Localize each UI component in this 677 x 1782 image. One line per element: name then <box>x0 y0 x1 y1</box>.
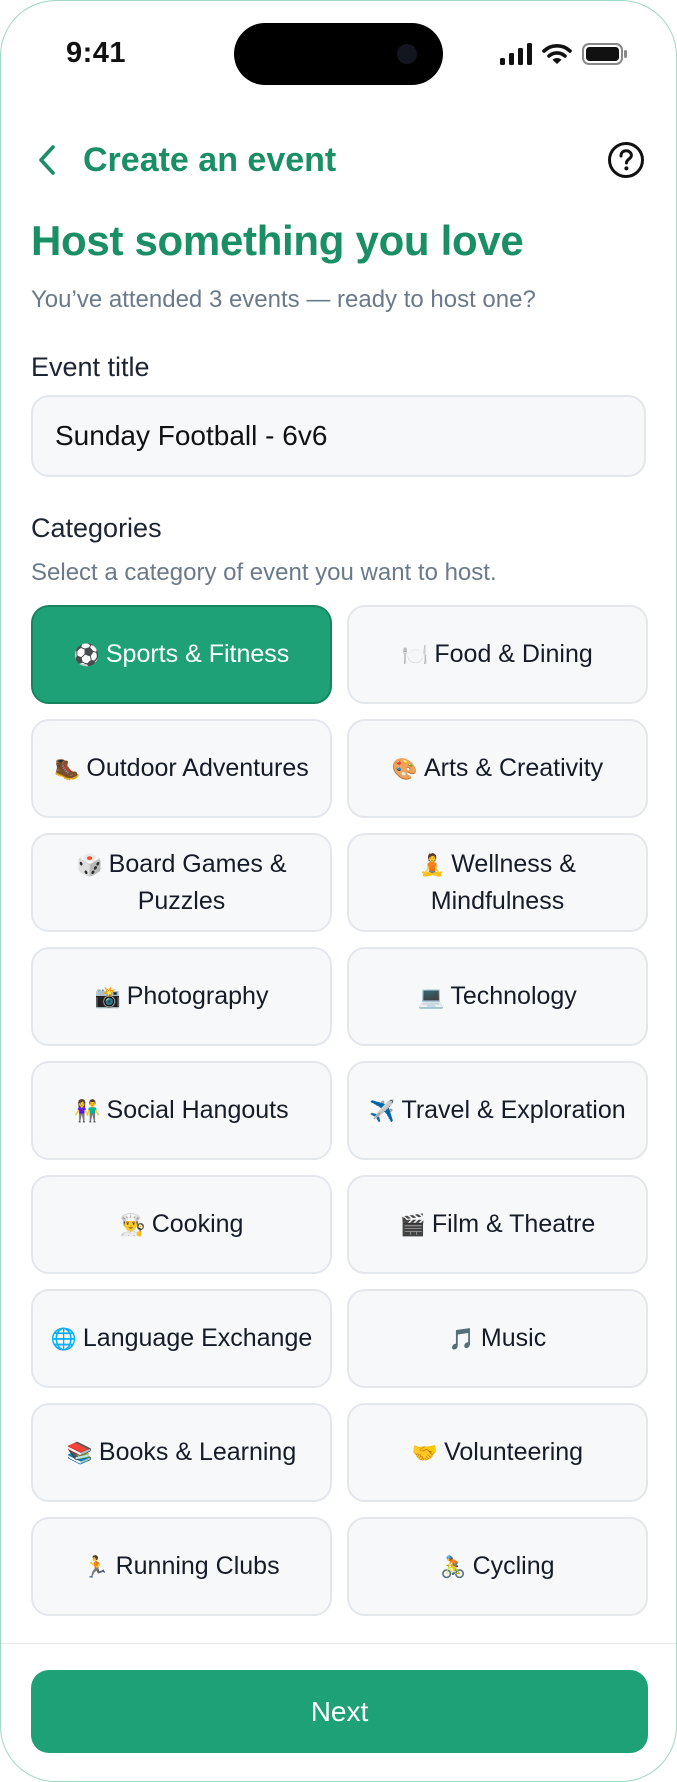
category-option[interactable]: 📚 Books & Learning <box>31 1403 332 1502</box>
category-emoji-icon: 🧘 <box>419 853 446 877</box>
category-emoji-icon: 🏃 <box>83 1555 110 1579</box>
category-emoji-icon: 🌐 <box>50 1327 77 1351</box>
help-button[interactable] <box>606 140 646 180</box>
camera-dot <box>397 44 417 64</box>
cellular-signal-icon <box>500 43 532 65</box>
category-label: Arts & Creativity <box>423 754 604 782</box>
category-option[interactable]: 🥾 Outdoor Adventures <box>31 719 332 818</box>
category-content: 🎨 Arts & Creativity <box>392 750 603 787</box>
category-emoji-icon: 🍽️ <box>402 643 429 667</box>
category-label: Food & Dining <box>434 640 593 668</box>
category-option[interactable]: ⚽ Sports & Fitness <box>31 605 332 704</box>
category-option[interactable]: 👨‍🍳 Cooking <box>31 1175 332 1274</box>
category-label: Photography <box>126 982 269 1010</box>
category-content: 🤝 Volunteering <box>412 1434 583 1471</box>
category-option[interactable]: 🤝 Volunteering <box>347 1403 648 1502</box>
category-label: Cycling <box>472 1552 555 1580</box>
category-label: Board Games & Puzzles <box>108 850 287 915</box>
category-content: 🌐 Language Exchange <box>51 1320 313 1357</box>
category-label: Language Exchange <box>82 1324 313 1352</box>
category-emoji-icon: 🚴 <box>440 1555 467 1579</box>
next-button[interactable]: Next <box>31 1670 648 1753</box>
back-button[interactable] <box>37 140 73 180</box>
category-content: 🏃 Running Clubs <box>83 1548 279 1585</box>
category-content: 🥾 Outdoor Adventures <box>54 750 309 787</box>
categories-label: Categories <box>31 513 162 543</box>
category-content: 📸 Photography <box>95 978 269 1015</box>
category-option[interactable]: 🎬 Film & Theatre <box>347 1175 648 1274</box>
category-option[interactable]: 🧘 Wellness & Mindfulness <box>347 833 648 932</box>
hero-subtitle: You’ve attended 3 events — ready to host… <box>31 286 536 313</box>
status-time: 9:41 <box>66 37 127 69</box>
category-option[interactable]: 👫 Social Hangouts <box>31 1061 332 1160</box>
event-title-input[interactable] <box>31 395 646 477</box>
header: Create an event <box>31 135 646 185</box>
category-label: Music <box>480 1324 547 1352</box>
category-emoji-icon: 📸 <box>94 985 121 1009</box>
category-label: Outdoor Adventures <box>86 754 309 782</box>
category-label: Technology <box>450 982 577 1010</box>
category-emoji-icon: 👨‍🍳 <box>119 1213 146 1237</box>
category-emoji-icon: 🤝 <box>411 1441 439 1465</box>
category-emoji-icon: 🎲 <box>76 853 103 877</box>
category-emoji-icon: 📚 <box>66 1441 93 1465</box>
category-label: Film & Theatre <box>431 1210 596 1238</box>
category-emoji-icon: 🎨 <box>391 757 418 781</box>
category-emoji-icon: 💻 <box>418 985 445 1009</box>
category-option[interactable]: ✈️ Travel & Exploration <box>347 1061 648 1160</box>
dynamic-island <box>234 23 443 85</box>
category-emoji-icon: 👫 <box>74 1099 101 1123</box>
question-circle-icon <box>608 142 644 178</box>
hero-title: Host something you love <box>31 217 524 264</box>
category-option[interactable]: 🚴 Cycling <box>347 1517 648 1616</box>
category-emoji-icon: 🎵 <box>448 1327 475 1351</box>
category-content: 🧘 Wellness & Mindfulness <box>361 846 634 919</box>
chevron-left-icon <box>39 145 55 175</box>
category-content: 📚 Books & Learning <box>67 1434 297 1471</box>
category-label: Running Clubs <box>115 1552 280 1580</box>
category-label: Volunteering <box>444 1438 584 1466</box>
page-title: Create an event <box>83 140 337 179</box>
category-emoji-icon: 🎬 <box>399 1213 426 1237</box>
category-label: Cooking <box>151 1210 244 1238</box>
category-content: ✈️ Travel & Exploration <box>369 1092 625 1129</box>
phone-frame: 9:41 Create an event Host something you … <box>0 0 677 1782</box>
battery-icon <box>582 43 627 65</box>
category-content: 💻 Technology <box>418 978 577 1015</box>
category-label: Travel & Exploration <box>401 1096 626 1124</box>
status-icons <box>500 41 628 67</box>
category-content: 👨‍🍳 Cooking <box>120 1206 244 1243</box>
category-label: Wellness & Mindfulness <box>430 850 576 915</box>
event-title-label: Event title <box>31 352 150 382</box>
category-option[interactable]: 📸 Photography <box>31 947 332 1046</box>
categories-helper: Select a category of event you want to h… <box>31 559 497 586</box>
category-content: 🎵 Music <box>449 1320 546 1357</box>
category-emoji-icon: ⚽ <box>73 643 100 667</box>
category-emoji-icon: 🥾 <box>54 757 81 781</box>
category-label: Social Hangouts <box>106 1096 289 1124</box>
category-emoji-icon: ✈️ <box>369 1099 396 1123</box>
category-option[interactable]: 💻 Technology <box>347 947 648 1046</box>
wifi-icon <box>542 44 572 64</box>
category-option[interactable]: 🎵 Music <box>347 1289 648 1388</box>
footer-divider <box>1 1643 676 1644</box>
category-content: 🎬 Film & Theatre <box>400 1206 596 1243</box>
category-content: 👫 Social Hangouts <box>74 1092 288 1129</box>
category-label: Books & Learning <box>98 1438 297 1466</box>
category-content: 🚴 Cycling <box>440 1548 554 1585</box>
category-content: ⚽ Sports & Fitness <box>74 636 290 673</box>
category-option[interactable]: 🎨 Arts & Creativity <box>347 719 648 818</box>
category-option[interactable]: 🌐 Language Exchange <box>31 1289 332 1388</box>
category-option[interactable]: 🍽️ Food & Dining <box>347 605 648 704</box>
category-option[interactable]: 🏃 Running Clubs <box>31 1517 332 1616</box>
category-content: 🎲 Board Games & Puzzles <box>45 846 318 919</box>
category-option[interactable]: 🎲 Board Games & Puzzles <box>31 833 332 932</box>
category-grid: ⚽ Sports & Fitness 🍽️ Food & Dining 🥾 Outdoor… <box>31 605 648 1616</box>
category-label: Sports & Fitness <box>105 640 290 668</box>
category-content: 🍽️ Food & Dining <box>402 636 593 673</box>
